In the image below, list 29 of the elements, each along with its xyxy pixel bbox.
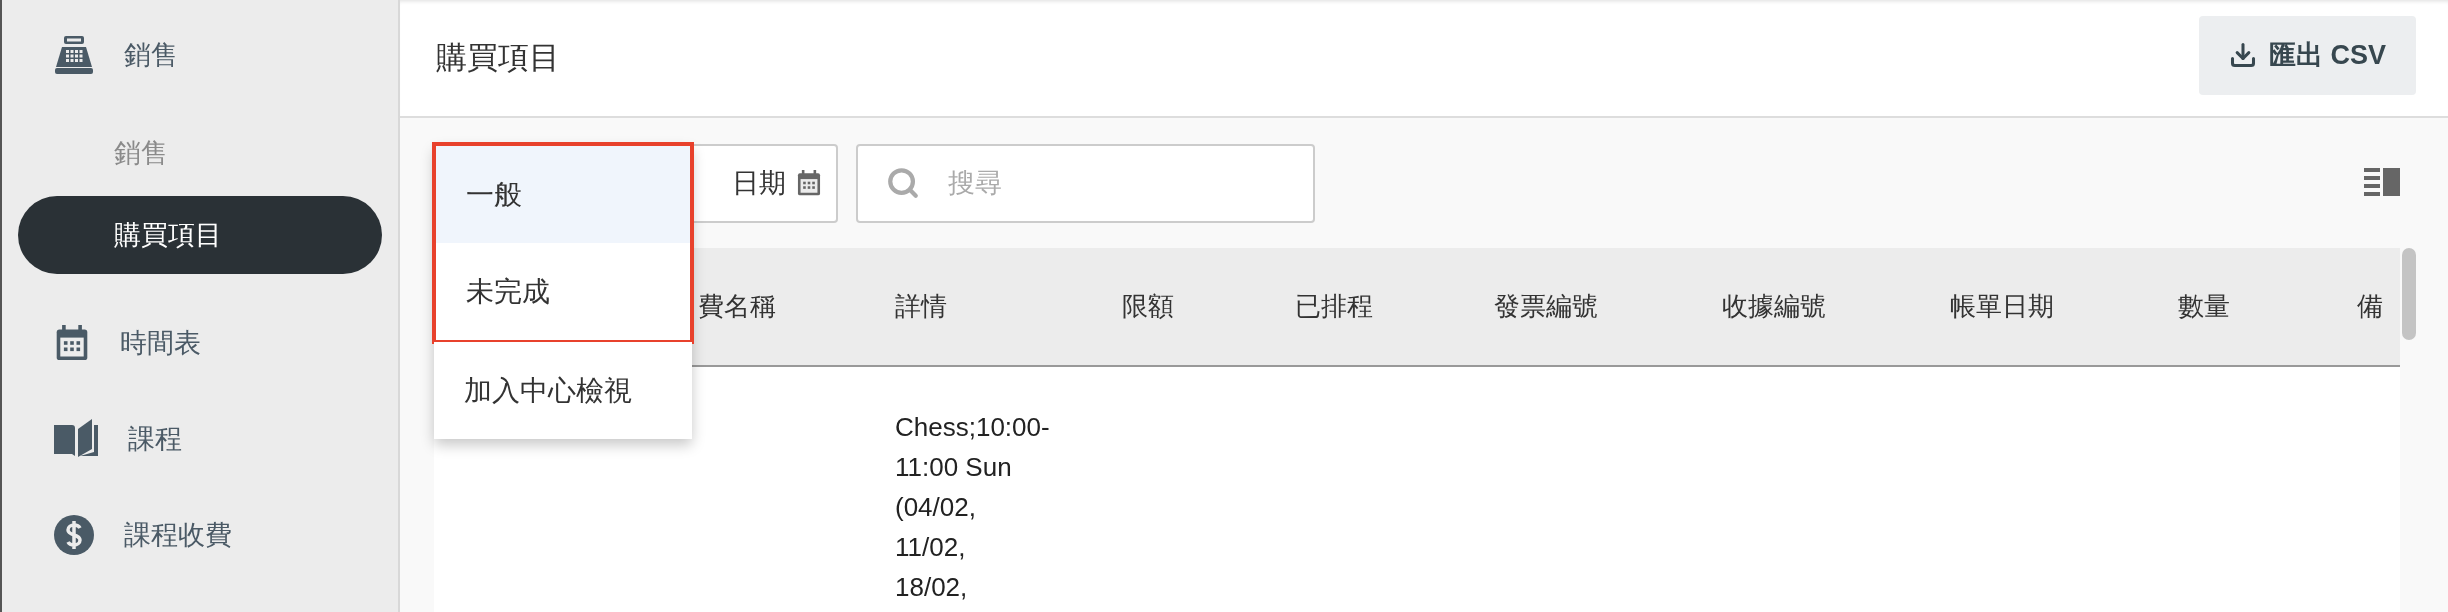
sidebar-item[interactable]: 銷售 <box>18 22 382 88</box>
menu-item[interactable]: 加入中心檢視 <box>434 342 692 439</box>
download-icon <box>2228 41 2257 69</box>
column-header: 限額 <box>1122 290 1174 323</box>
column-header: 發票編號 <box>1494 290 1598 323</box>
sidebar-item[interactable]: 課程收費 <box>18 502 382 568</box>
book-icon <box>54 419 98 459</box>
column-header: 詳情 <box>895 290 947 323</box>
column-header: 數量 <box>2178 290 2230 323</box>
calendar-icon <box>54 325 90 361</box>
table-cell-text: Chess;10:00- 11:00 Sun (04/02, 11/02, 18/02, <box>895 411 1051 604</box>
sidebar-subitem[interactable]: 購買項目 <box>18 196 382 274</box>
cash-register-icon <box>54 35 94 75</box>
search-field[interactable]: 搜尋 <box>856 143 1315 223</box>
column-header: 備 <box>2357 290 2383 323</box>
menu-item[interactable]: 一般 <box>436 146 690 243</box>
columns-icon[interactable] <box>2364 168 2400 198</box>
sidebar-item[interactable]: 課程 <box>18 406 382 472</box>
column-header: 帳單日期 <box>1950 290 2054 323</box>
sidebar-item[interactable]: 時間表 <box>18 310 382 376</box>
page-title: 購買項目 <box>436 39 560 77</box>
column-header: 收據編號 <box>1722 290 1826 323</box>
dollar-icon <box>54 515 94 555</box>
calendar-icon <box>796 170 822 196</box>
column-header: 已排程 <box>1295 290 1373 323</box>
column-header: 費名稱 <box>698 290 776 323</box>
scrollbar-thumb[interactable] <box>2402 248 2416 340</box>
export-csv-button[interactable]: 匯出 CSV <box>2198 15 2416 95</box>
search-icon <box>886 165 920 200</box>
